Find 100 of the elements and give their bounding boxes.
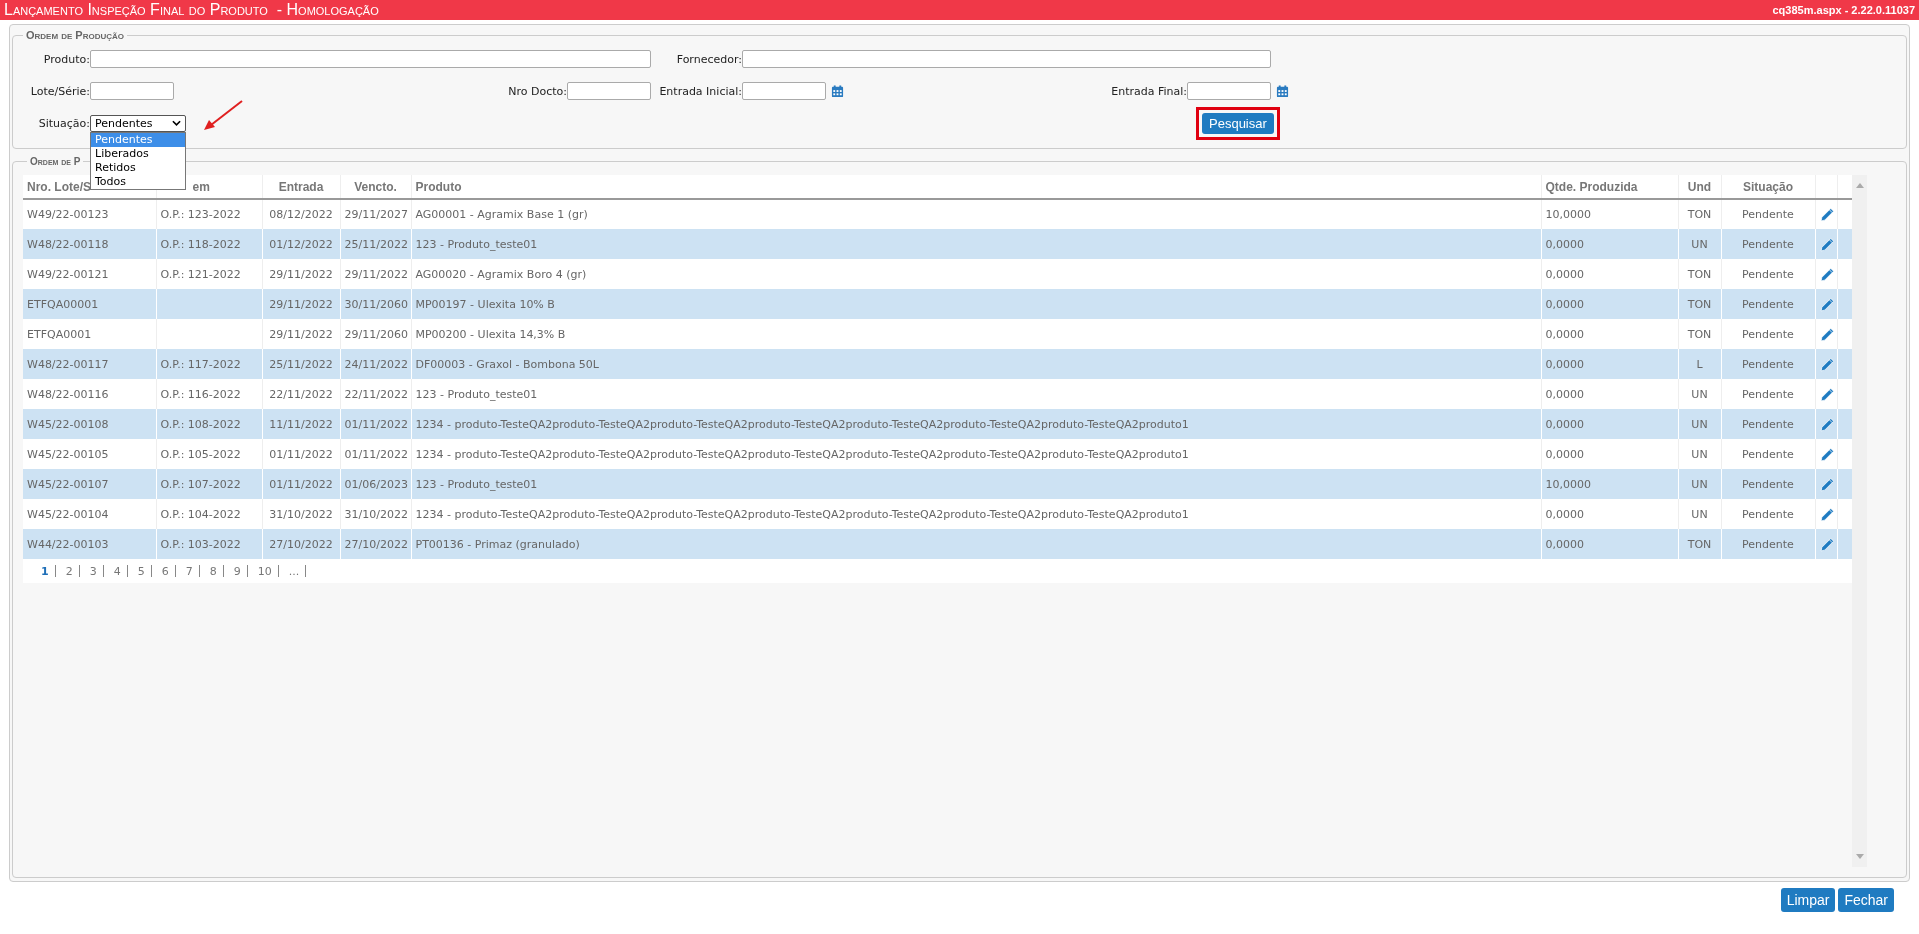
table-cell: 1234 - produto-TesteQA2produto-TesteQA2produto-TesteQA2produto-TesteQA2produto-TesteQA2produto-TesteQA2produto-TesteQA2produto1 [415, 447, 1189, 461]
field-label: Nro Docto: [507, 84, 567, 98]
column-header: Qtde. Produzida [1541, 175, 1678, 199]
table-cell: Pendente [1742, 237, 1794, 251]
table-cell: 25/11/2022 [344, 237, 408, 251]
edit-icon[interactable] [1819, 416, 1835, 432]
page-link[interactable]: ... [282, 564, 306, 578]
table-cell: 25/11/2022 [269, 357, 333, 371]
page-link[interactable]: 7 [179, 564, 199, 578]
page-link[interactable]: 3 [83, 564, 103, 578]
dropdown-option[interactable]: Retidos [91, 160, 185, 175]
table-cell: 1234 - produto-TesteQA2produto-TesteQA2produto-TesteQA2produto-TesteQA2produto-TesteQA2produto-TesteQA2produto-TesteQA2produto1 [415, 417, 1189, 431]
table-cell: TON [1687, 208, 1712, 221]
situacao-dropdown[interactable]: Pendentes [90, 114, 186, 132]
fornecedor-field[interactable] [742, 50, 1271, 68]
close-button[interactable]: Fechar [1838, 888, 1894, 912]
edit-icon[interactable] [1819, 326, 1835, 342]
table-cell: UN [1691, 507, 1708, 521]
table-cell: 01/11/2022 [269, 477, 333, 491]
produto-field[interactable] [90, 50, 651, 68]
table-cell: ETFQA00001 [27, 297, 99, 311]
section-legend: Ordem de Produção [23, 29, 127, 41]
table-cell: Pendente [1742, 267, 1794, 281]
table-cell: UN [1691, 237, 1708, 251]
table-cell: 0,0000 [1545, 297, 1584, 311]
column-header: Produto [411, 175, 1541, 199]
date-field[interactable] [742, 82, 826, 100]
edit-icon[interactable] [1819, 506, 1835, 522]
edit-icon[interactable] [1819, 446, 1835, 462]
page-link[interactable]: 1 [35, 564, 55, 578]
page-link[interactable]: 10 [251, 564, 278, 578]
calendar-icon[interactable] [1276, 84, 1289, 98]
clear-button[interactable]: Limpar [1780, 888, 1836, 912]
table-cell: 0,0000 [1545, 327, 1584, 341]
table-cell: Pendente [1742, 208, 1794, 221]
field-label: Produto: [42, 52, 90, 66]
table-cell: Pendente [1742, 327, 1794, 341]
date-field[interactable] [1187, 82, 1271, 100]
page-link[interactable]: 6 [155, 564, 175, 578]
table-cell: ETFQA0001 [27, 327, 92, 341]
table-cell: Pendente [1742, 447, 1794, 461]
calendar-icon[interactable] [831, 84, 844, 98]
table-cell: 0,0000 [1545, 507, 1584, 521]
scroll-down-icon[interactable] [1855, 854, 1864, 859]
scrollbar[interactable] [1852, 175, 1867, 867]
dropdown-option[interactable]: Pendentes [91, 132, 185, 147]
field-label: Situação: [37, 116, 90, 130]
table-cell: W45/22-00108 [27, 417, 109, 431]
edit-icon[interactable] [1819, 296, 1835, 312]
table-cell: TON [1687, 297, 1712, 311]
table-cell: O.P.: 118-2022 [160, 237, 241, 251]
table-cell: Pendente [1742, 417, 1794, 431]
table-cell: TON [1687, 537, 1712, 551]
table-cell: 10,0000 [1545, 477, 1591, 491]
edit-icon[interactable] [1819, 207, 1835, 222]
page-link[interactable]: 2 [59, 564, 79, 578]
nro-docto-field[interactable] [567, 82, 651, 100]
lote-field[interactable] [90, 82, 174, 100]
table-cell: 01/06/2023 [344, 477, 408, 491]
table-cell: 11/11/2022 [269, 417, 333, 431]
table-cell: 31/10/2022 [269, 507, 333, 521]
field-label: Lote/Série: [29, 84, 90, 98]
table-cell: UN [1691, 477, 1708, 491]
page-link[interactable]: 4 [107, 564, 127, 578]
edit-icon[interactable] [1819, 536, 1835, 552]
table-cell: Pendente [1742, 357, 1794, 371]
table-cell: 29/11/2027 [344, 208, 408, 221]
table-cell: 0,0000 [1545, 237, 1584, 251]
table-cell: MP00200 - Ulexita 14,3% B [415, 327, 566, 341]
table-cell: O.P.: 116-2022 [160, 387, 241, 401]
table-cell: 0,0000 [1545, 267, 1584, 281]
scroll-up-icon[interactable] [1855, 183, 1864, 188]
field-label: Fornecedor: [675, 52, 742, 66]
table-cell: 1234 - produto-TesteQA2produto-TesteQA2produto-TesteQA2produto-TesteQA2produto-TesteQA2produto-TesteQA2produto-TesteQA2produto1 [415, 507, 1189, 521]
dropdown-option[interactable]: Liberados [91, 146, 185, 161]
field-label: Entrada Final: [1110, 84, 1187, 98]
table-cell: O.P.: 105-2022 [160, 447, 241, 461]
search-button[interactable]: Pesquisar [1202, 112, 1274, 134]
table-cell: 29/11/2022 [269, 297, 333, 311]
table-cell: O.P.: 104-2022 [160, 507, 241, 521]
page-link[interactable]: 5 [131, 564, 151, 578]
edit-icon[interactable] [1819, 266, 1835, 282]
edit-icon[interactable] [1819, 236, 1835, 252]
table-cell: 27/10/2022 [269, 537, 333, 551]
edit-icon[interactable] [1819, 386, 1835, 402]
table-cell: Pendente [1742, 507, 1794, 521]
edit-icon[interactable] [1819, 356, 1835, 372]
table-cell: 0,0000 [1545, 447, 1584, 461]
table-cell: TON [1687, 267, 1712, 281]
column-header: Und [1678, 175, 1721, 199]
page-link[interactable]: 8 [203, 564, 223, 578]
table-cell: O.P.: 123-2022 [160, 208, 241, 221]
table-cell: TON [1687, 327, 1712, 341]
table-cell: 29/11/2022 [344, 267, 408, 281]
table-cell: Pendente [1742, 477, 1794, 491]
table-cell: W48/22-00118 [27, 237, 109, 251]
table-cell: 29/11/2022 [269, 267, 333, 281]
page-link[interactable]: 9 [227, 564, 247, 578]
table-cell: W45/22-00107 [27, 477, 109, 491]
edit-icon[interactable] [1819, 476, 1835, 492]
